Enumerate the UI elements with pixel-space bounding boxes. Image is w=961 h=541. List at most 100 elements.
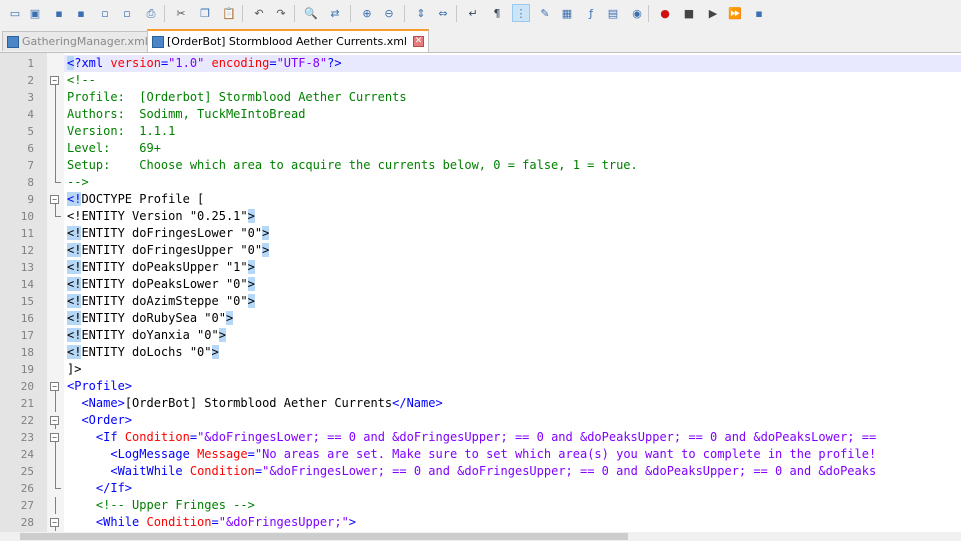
record-macro-icon[interactable]: ● [656, 4, 674, 22]
code-line[interactable]: 21 <Name>[OrderBot] Stormblood Aether Cu… [0, 395, 961, 412]
line-number: 7 [27, 159, 34, 172]
code-line[interactable]: 7 Setup: Choose which area to acquire the… [0, 157, 961, 174]
code-line[interactable]: 10 <!ENTITY Version "0.25.1"> [0, 208, 961, 225]
sync-horizontal-icon[interactable]: ⇔ [434, 4, 452, 22]
indent-guide-icon[interactable]: ⋮ [512, 4, 530, 22]
fold-collapse-icon[interactable]: − [50, 382, 59, 391]
code-line[interactable]: 1 <?xml version="1.0" encoding="UTF-8"?> [0, 55, 961, 72]
toolbar-separator [404, 5, 405, 22]
code-token: "No areas are set. Make sure to set whic… [254, 447, 877, 461]
code-line[interactable]: 22 <Order> [0, 412, 961, 429]
code-token: <! [67, 277, 82, 291]
stop-record-icon[interactable]: ■ [680, 4, 698, 22]
open-file-icon[interactable]: ▣ [26, 4, 44, 22]
line-number: 24 [20, 448, 34, 461]
replace-icon[interactable]: ⇄ [326, 4, 344, 22]
code-line[interactable]: 24 <LogMessage Message="No areas are set… [0, 446, 961, 463]
code-line[interactable]: 17 <!ENTITY doYanxia "0"> [0, 327, 961, 344]
find-icon[interactable]: 🔍 [302, 4, 320, 22]
code-line[interactable]: 28 <While Condition="&doFringesUpper;"> [0, 514, 961, 531]
code-line[interactable]: 3 Profile: [Orderbot] Stormblood Aether C… [0, 89, 961, 106]
code-line[interactable]: 12 <!ENTITY doFringesUpper "0"> [0, 242, 961, 259]
tab-label: [OrderBot] Stormblood Aether Currents.xm… [167, 35, 407, 48]
code-line[interactable]: 14 <!ENTITY doPeaksLower "0"> [0, 276, 961, 293]
monitoring-icon[interactable]: ◉ [628, 4, 646, 22]
save-macro-icon[interactable]: ▪ [750, 4, 768, 22]
code-line[interactable]: 20 <Profile> [0, 378, 961, 395]
function-list-icon[interactable]: ƒ [582, 4, 600, 22]
folder-workspace-icon[interactable]: ▤ [604, 4, 622, 22]
zoom-out-icon[interactable]: ⊖ [380, 4, 398, 22]
tab-label: GatheringManager.xml [22, 35, 148, 48]
code-token: ?> [327, 56, 342, 70]
code-text: Level: 69+ [67, 140, 161, 157]
doc-map-icon[interactable]: ▦ [558, 4, 576, 22]
close-tab-icon[interactable]: ✕ [412, 36, 424, 47]
play-macro-icon[interactable]: ▶ [704, 4, 722, 22]
zoom-in-icon[interactable]: ⊕ [358, 4, 376, 22]
paste-icon[interactable]: 📋 [220, 4, 238, 22]
line-number: 1 [27, 57, 34, 70]
print-icon[interactable]: ⎙ [142, 4, 160, 22]
redo-icon[interactable]: ↷ [272, 4, 290, 22]
code-text: Profile: [Orderbot] Stormblood Aether Cu… [67, 89, 407, 106]
line-number: 26 [20, 482, 34, 495]
fold-collapse-icon[interactable]: − [50, 416, 59, 425]
code-line[interactable]: 26 </If> [0, 480, 961, 497]
code-token: ENTITY doRubySea "0" [81, 311, 226, 325]
show-all-chars-icon[interactable]: ¶ [488, 4, 506, 22]
new-file-icon[interactable]: ▭ [6, 4, 24, 22]
close-icon[interactable]: ▫ [96, 4, 114, 22]
code-line[interactable]: 25 <WaitWhile Condition="&doFringesLower… [0, 463, 961, 480]
code-line[interactable]: 11 <!ENTITY doFringesLower "0"> [0, 225, 961, 242]
code-line[interactable]: 13 <!ENTITY doPeaksUpper "1"> [0, 259, 961, 276]
fold-collapse-icon[interactable]: − [50, 518, 59, 527]
code-line[interactable]: 5 Version: 1.1.1 [0, 123, 961, 140]
code-text: <While Condition="&doFringesUpper;"> [67, 514, 356, 531]
line-number: 2 [27, 74, 34, 87]
fold-collapse-icon[interactable]: − [50, 433, 59, 442]
copy-icon[interactable]: ❐ [196, 4, 214, 22]
code-token: <Name> [81, 396, 125, 410]
code-token: <WaitWhile [110, 464, 190, 478]
cut-icon[interactable]: ✂ [172, 4, 190, 22]
code-line[interactable]: 16 <!ENTITY doRubySea "0"> [0, 310, 961, 327]
code-token: ENTITY doLochs "0" [81, 345, 212, 359]
code-token: Setup: Choose which area to acquire the … [67, 158, 638, 172]
fold-collapse-icon[interactable]: − [50, 76, 59, 85]
fold-line [55, 446, 56, 463]
code-token: <LogMessage [110, 447, 198, 461]
save-all-icon[interactable]: ▪ [72, 4, 90, 22]
tab-gathering-manager[interactable]: GatheringManager.xml ✕ [2, 31, 170, 51]
code-line[interactable]: 4 Authors: Sodimm, TuckMeIntoBread [0, 106, 961, 123]
line-number: 9 [27, 193, 34, 206]
run-macro-multiple-icon[interactable]: ⏩ [726, 4, 744, 22]
code-text: <!ENTITY doFringesLower "0"> [67, 225, 270, 242]
code-line[interactable]: 6 Level: 69+ [0, 140, 961, 157]
code-line[interactable]: 27 <!-- Upper Fringes --> [0, 497, 961, 514]
fold-collapse-icon[interactable]: − [50, 195, 59, 204]
code-token: --> [67, 175, 89, 189]
code-line[interactable]: 19]> [0, 361, 961, 378]
language-icon[interactable]: ✎ [536, 4, 554, 22]
tab-aether-currents[interactable]: [OrderBot] Stormblood Aether Currents.xm… [147, 29, 429, 52]
close-all-icon[interactable]: ▫ [118, 4, 136, 22]
code-line[interactable]: 9 <!DOCTYPE Profile [ [0, 191, 961, 208]
save-icon[interactable]: ▪ [50, 4, 68, 22]
undo-icon[interactable]: ↶ [250, 4, 268, 22]
code-editor[interactable]: 1 <?xml version="1.0" encoding="UTF-8"?> 2… [0, 53, 961, 532]
line-number: 17 [20, 329, 34, 342]
code-line[interactable]: 8 --> [0, 174, 961, 191]
scrollbar-thumb[interactable] [20, 533, 628, 540]
code-token: </If> [95, 481, 133, 495]
horizontal-scrollbar[interactable] [0, 532, 961, 541]
word-wrap-icon[interactable]: ↵ [464, 4, 482, 22]
toolbar-separator [242, 5, 243, 22]
sync-vertical-icon[interactable]: ⇕ [412, 4, 430, 22]
code-line[interactable]: 15 <!ENTITY doAzimSteppe "0"> [0, 293, 961, 310]
code-text: <!ENTITY doFringesUpper "0"> [67, 242, 270, 259]
code-line[interactable]: 18 <!ENTITY doLochs "0"> [0, 344, 961, 361]
code-line[interactable]: 23 <If Condition="&doFringesLower; == 0 … [0, 429, 961, 446]
code-line[interactable]: 2 <!-- [0, 72, 961, 89]
